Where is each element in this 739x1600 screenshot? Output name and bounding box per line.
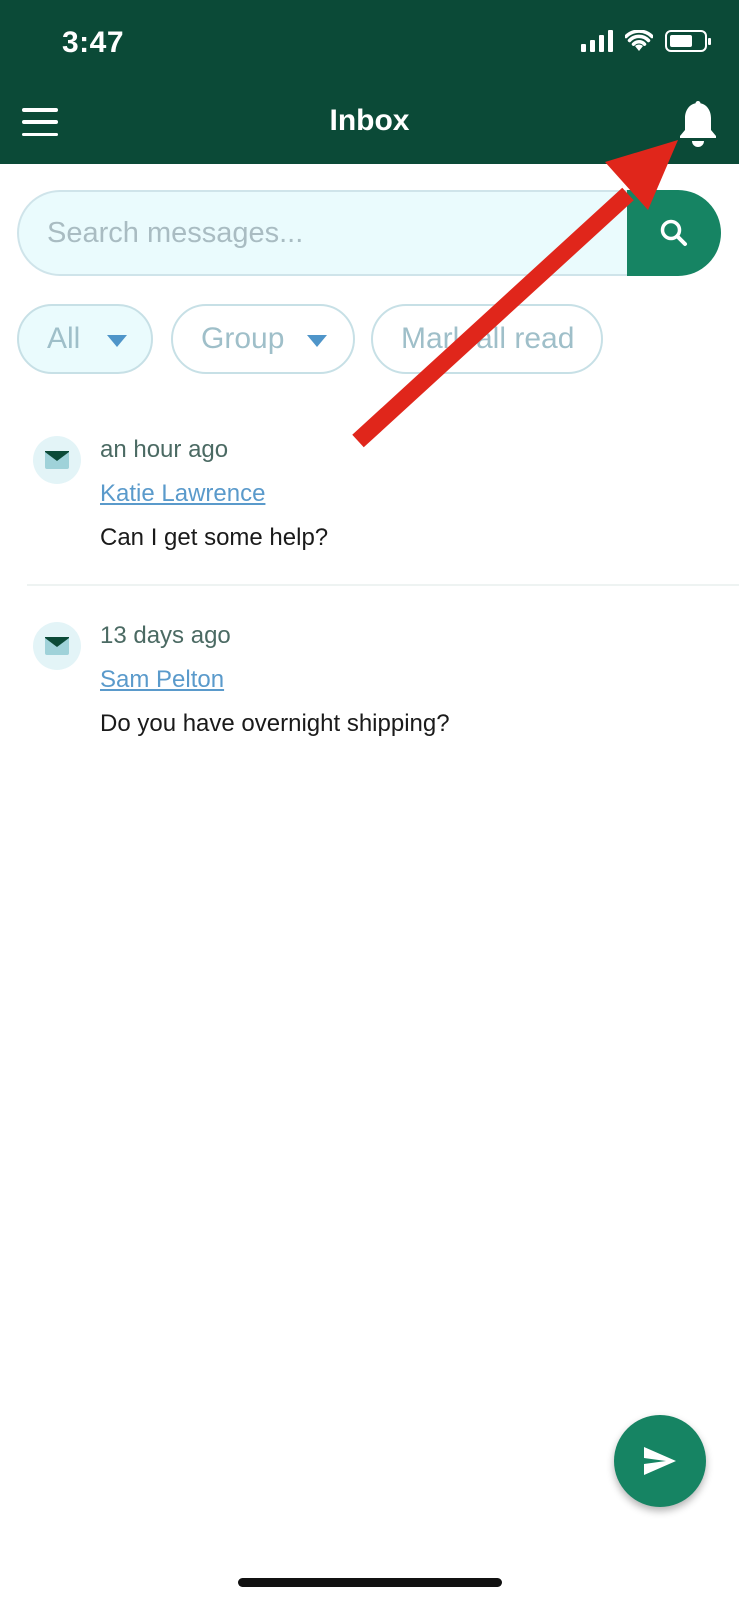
message-item[interactable]: 13 days ago Sam Pelton Do you have overn… xyxy=(0,606,739,766)
compose-button[interactable] xyxy=(614,1415,706,1507)
message-sender-link[interactable]: Sam Pelton xyxy=(100,666,224,694)
battery-icon xyxy=(665,30,711,52)
message-sender-link[interactable]: Katie Lawrence xyxy=(100,480,265,508)
search-input[interactable] xyxy=(17,190,647,276)
filter-all-dropdown[interactable]: All xyxy=(17,304,153,374)
message-time: 13 days ago xyxy=(100,622,231,649)
send-icon xyxy=(644,1447,676,1475)
envelope-icon xyxy=(33,436,81,484)
search-button[interactable] xyxy=(627,190,721,276)
message-preview: Do you have overnight shipping? xyxy=(100,710,450,737)
inbox-screen: 3:47 Inbox Search messages... All Group … xyxy=(0,0,739,1600)
wifi-icon xyxy=(625,30,653,51)
caret-down-icon xyxy=(307,335,327,347)
mark-all-read-button[interactable]: Mark all read xyxy=(371,304,603,374)
search-icon xyxy=(660,219,687,246)
mark-all-read-label: Mark all read xyxy=(401,322,575,355)
page-title: Inbox xyxy=(329,104,410,137)
home-indicator xyxy=(238,1578,502,1587)
message-item[interactable]: an hour ago Katie Lawrence Can I get som… xyxy=(0,420,739,580)
search-bar xyxy=(17,190,721,276)
filter-group-dropdown[interactable]: Group xyxy=(171,304,355,374)
filter-group-label: Group xyxy=(201,322,285,355)
status-icons xyxy=(581,30,711,52)
message-preview: Can I get some help? xyxy=(100,524,329,551)
app-header: 3:47 Inbox xyxy=(0,0,739,164)
caret-down-icon xyxy=(107,335,127,347)
message-time: an hour ago xyxy=(100,436,229,463)
status-time: 3:47 xyxy=(62,26,125,59)
message-divider xyxy=(27,584,739,586)
bell-icon[interactable] xyxy=(677,100,719,148)
envelope-icon xyxy=(33,622,81,670)
cellular-signal-icon xyxy=(581,30,613,52)
filter-all-label: All xyxy=(47,322,81,355)
